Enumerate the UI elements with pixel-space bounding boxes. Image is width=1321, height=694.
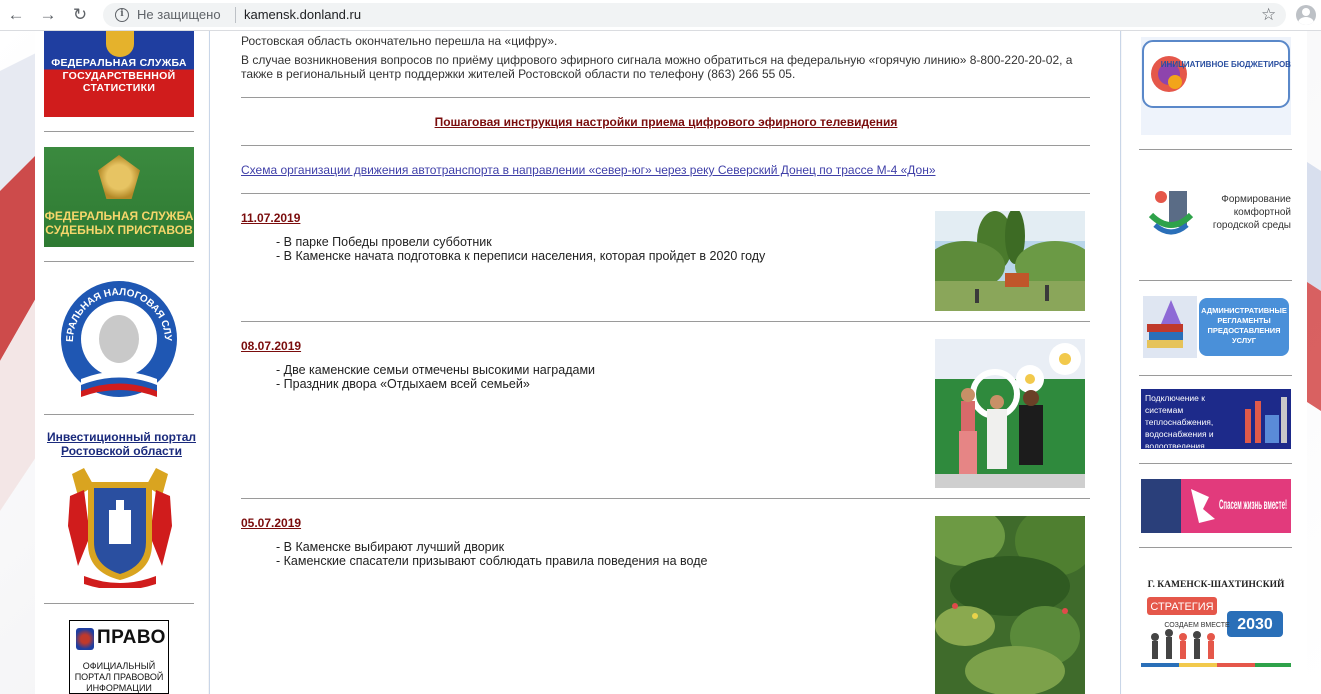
admin-regulations-banner[interactable]: АДМИНИСТРАТИВНЫЕ РЕГЛАМЕНТЫ ПРЕДОСТАВЛЕН… xyxy=(1141,294,1291,360)
news-date-link[interactable]: 05.07.2019 xyxy=(241,516,301,530)
divider xyxy=(1139,280,1292,281)
pravo-emblem-icon xyxy=(76,628,94,650)
fssp-emblem-icon xyxy=(98,155,140,199)
investment-portal-link[interactable]: Инвестиционный портал Ростовской области xyxy=(35,430,208,458)
divider xyxy=(241,193,1090,194)
paragraph-digital-tv: Ростовская область окончательно перешла … xyxy=(241,34,558,48)
fssp-label: ФЕДЕРАЛЬНАЯ СЛУЖБА СУДЕБНЫХ ПРИСТАВОВ xyxy=(44,209,194,237)
browser-toolbar: ← → ↻ i Не защищено kamensk.donland.ru ☆ xyxy=(0,0,1321,31)
back-icon[interactable]: ← xyxy=(6,5,26,25)
news-item[interactable]: - Каменские спасатели призывают соблюдат… xyxy=(276,554,707,568)
strategy-sub-label: СОЗДАЕМ ВМЕСТЕ xyxy=(1164,622,1230,629)
news-item[interactable]: - В Каменске начата подготовка к перепис… xyxy=(276,249,765,263)
comfort-environment-banner[interactable]: Формирование комфортной городской среды xyxy=(1141,165,1291,265)
address-bar[interactable]: i Не защищено kamensk.donland.ru ☆ xyxy=(103,3,1286,27)
fssp-banner[interactable]: ФЕДЕРАЛЬНАЯ СЛУЖБА СУДЕБНЫХ ПРИСТАВОВ xyxy=(44,147,194,247)
utilities-connection-banner[interactable]: Подключение к системам теплоснабжения, в… xyxy=(1141,389,1291,449)
news-item[interactable]: - В Каменске выбирают лучший дворик xyxy=(276,540,504,554)
news-item[interactable]: - Праздник двора «Отдыхаем всей семьей» xyxy=(276,377,530,391)
save-life-label: Спасем жизнь вместе! xyxy=(1219,496,1287,512)
divider xyxy=(1139,547,1292,548)
divider xyxy=(241,321,1090,322)
strategy-2030-banner[interactable]: Г. КАМЕНСК-ШАХТИНСКИЙ СТРАТЕГИЯ 2030 СОЗ… xyxy=(1141,571,1291,675)
news-item[interactable]: - Две каменские семьи отмечены высокими … xyxy=(276,363,595,377)
news-date-link[interactable]: 11.07.2019 xyxy=(241,211,300,225)
news-date-link[interactable]: 08.07.2019 xyxy=(241,339,301,353)
fns-banner[interactable]: ФЕДЕРАЛЬНАЯ НАЛОГОВАЯ СЛУЖБА xyxy=(59,279,179,399)
left-sidebar: ФЕДЕРАЛЬНАЯ СЛУЖБА ГОСУДАРСТВЕННОЙ СТАТИ… xyxy=(35,31,208,694)
divider xyxy=(44,603,194,604)
save-life-banner[interactable]: Спасем жизнь вместе! xyxy=(1141,479,1291,533)
divider xyxy=(1139,149,1292,150)
main-content: Ростовская область окончательно перешла … xyxy=(209,31,1121,694)
admin-regulations-label: АДМИНИСТРАТИВНЫЕ РЕГЛАМЕНТЫ ПРЕДОСТАВЛЕН… xyxy=(1201,306,1287,345)
url-text[interactable]: kamensk.donland.ru xyxy=(244,7,361,22)
security-status[interactable]: Не защищено xyxy=(137,7,221,22)
pravo-title: ПРАВО xyxy=(97,627,166,648)
utilities-connection-label: Подключение к системам теплоснабжения, в… xyxy=(1145,393,1214,448)
news-item[interactable]: - В парке Победы провели субботник xyxy=(276,235,492,249)
divider xyxy=(241,97,1090,98)
profile-avatar-icon[interactable] xyxy=(1296,5,1316,25)
divider xyxy=(1139,375,1292,376)
flag-background-left xyxy=(0,51,40,511)
initiative-budgeting-banner[interactable]: ИНИЦИАТИВНОЕ БЮДЖЕТИРОВАНИЕ xyxy=(1141,37,1291,135)
bookmark-star-icon[interactable]: ☆ xyxy=(1261,5,1276,25)
strategy-label: СТРАТЕГИЯ xyxy=(1150,601,1213,613)
right-sidebar: ИНИЦИАТИВНОЕ БЮДЖЕТИРОВАНИЕ Формирование… xyxy=(1122,31,1307,694)
eagle-emblem-icon xyxy=(106,31,134,57)
divider xyxy=(1139,463,1292,464)
news-photo-awards[interactable] xyxy=(935,339,1085,488)
news-photo-yard[interactable] xyxy=(935,516,1085,694)
tv-instruction-link[interactable]: Пошаговая инструкция настройки приема ци… xyxy=(210,115,1122,129)
news-photo-park[interactable] xyxy=(935,211,1085,311)
pravo-portal-banner[interactable]: ПРАВО ОФИЦИАЛЬНЫЙ ПОРТАЛ ПРАВОВОЙ ИНФОРМ… xyxy=(69,620,169,694)
forward-icon[interactable]: → xyxy=(38,5,58,25)
strategy-year-label: 2030 xyxy=(1237,616,1273,633)
rosstat-label: ФЕДЕРАЛЬНАЯ СЛУЖБА ГОСУДАРСТВЕННОЙ СТАТИ… xyxy=(51,57,187,94)
pravo-subtitle: ОФИЦИАЛЬНЫЙ ПОРТАЛ ПРАВОВОЙ ИНФОРМАЦИИ xyxy=(74,661,164,693)
divider xyxy=(241,498,1090,499)
traffic-scheme-link[interactable]: Схема организации движения автотранспорт… xyxy=(241,163,936,177)
comfort-environment-label: Формирование комфортной городской среды xyxy=(1212,194,1291,231)
paragraph-hotline: В случае возникновения вопросов по приём… xyxy=(241,53,1073,81)
divider xyxy=(44,131,194,132)
strategy-city-label: Г. КАМЕНСК-ШАХТИНСКИЙ xyxy=(1148,578,1285,590)
rostov-coat-of-arms-icon[interactable] xyxy=(64,466,176,588)
reload-icon[interactable]: ↻ xyxy=(70,5,90,25)
page: ФЕДЕРАЛЬНАЯ СЛУЖБА ГОСУДАРСТВЕННОЙ СТАТИ… xyxy=(0,31,1321,694)
divider xyxy=(241,145,1090,146)
divider xyxy=(44,261,194,262)
initiative-budgeting-label: ИНИЦИАТИВНОЕ БЮДЖЕТИРОВАНИЕ xyxy=(1161,60,1291,69)
info-icon[interactable]: i xyxy=(115,8,129,22)
rosstat-banner[interactable]: ФЕДЕРАЛЬНАЯ СЛУЖБА ГОСУДАРСТВЕННОЙ СТАТИ… xyxy=(44,31,194,117)
url-divider xyxy=(235,7,236,23)
divider xyxy=(44,414,194,415)
